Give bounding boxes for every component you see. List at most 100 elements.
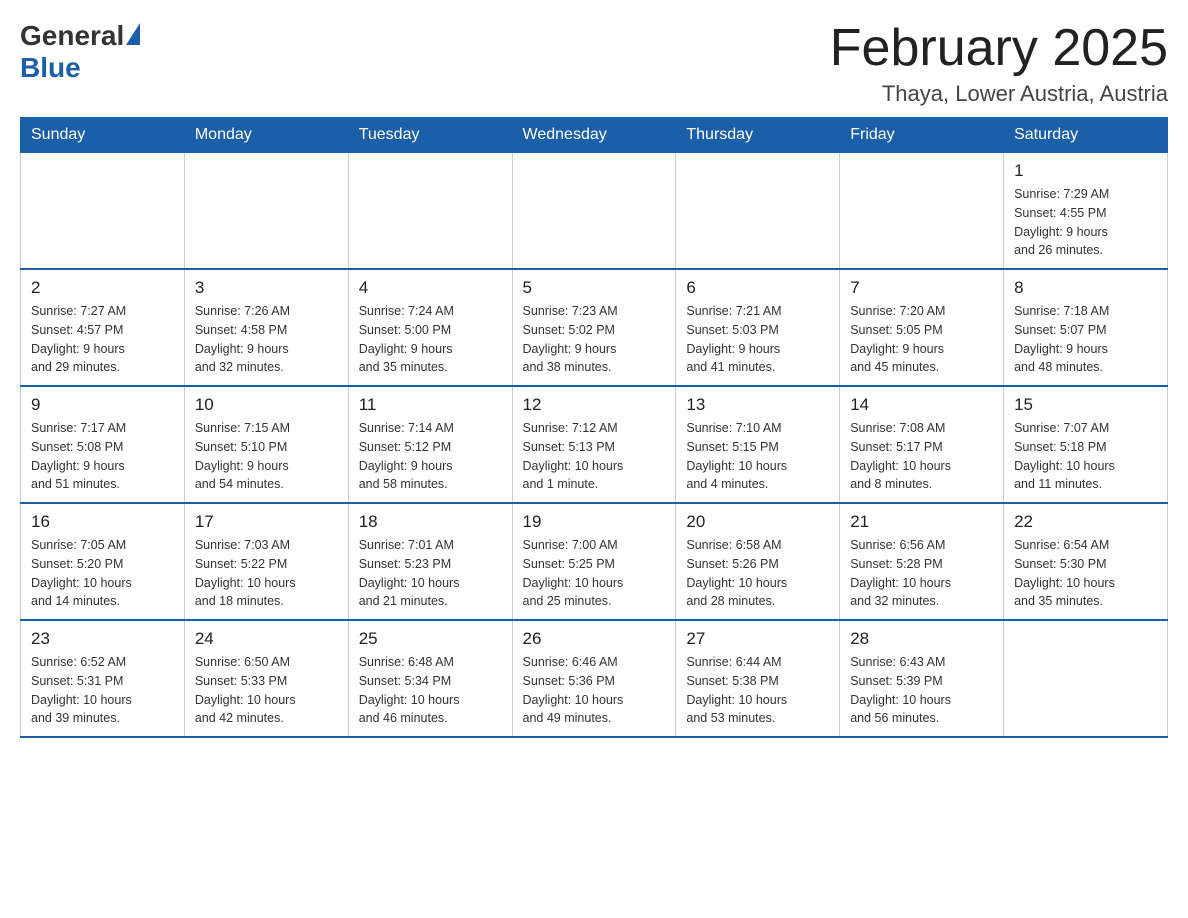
calendar-cell: 27 Sunrise: 6:44 AMSunset: 5:38 PMDayligh… bbox=[676, 620, 840, 737]
calendar-week-row: 23 Sunrise: 6:52 AMSunset: 5:31 PMDayligh… bbox=[21, 620, 1168, 737]
calendar-header-row: SundayMondayTuesdayWednesdayThursdayFrid… bbox=[21, 118, 1168, 153]
day-number: 5 bbox=[523, 278, 666, 298]
calendar-cell: 17Sunrise: 7:03 AMSunset: 5:22 PMDayligh… bbox=[184, 503, 348, 620]
calendar-cell: 28 Sunrise: 6:43 AMSunset: 5:39 PMDayligh… bbox=[840, 620, 1004, 737]
calendar-cell: 4 Sunrise: 7:24 AMSunset: 5:00 PMDaylight… bbox=[348, 269, 512, 386]
day-number: 28 bbox=[850, 629, 993, 649]
day-info: Sunrise: 6:44 AMSunset: 5:38 PMDaylight:… bbox=[686, 653, 829, 728]
calendar-cell: 10 Sunrise: 7:15 AMSunset: 5:10 PMDayligh… bbox=[184, 386, 348, 503]
day-number: 7 bbox=[850, 278, 993, 298]
day-info: Sunrise: 7:01 AMSunset: 5:23 PMDaylight:… bbox=[359, 536, 502, 611]
day-number: 18 bbox=[359, 512, 502, 532]
calendar-cell: 19 Sunrise: 7:00 AMSunset: 5:25 PMDayligh… bbox=[512, 503, 676, 620]
calendar-cell: 25 Sunrise: 6:48 AMSunset: 5:34 PMDayligh… bbox=[348, 620, 512, 737]
day-info: Sunrise: 7:15 AMSunset: 5:10 PMDaylight:… bbox=[195, 419, 338, 494]
calendar-cell: 14 Sunrise: 7:08 AMSunset: 5:17 PMDayligh… bbox=[840, 386, 1004, 503]
day-info: Sunrise: 6:56 AMSunset: 5:28 PMDaylight:… bbox=[850, 536, 993, 611]
day-number: 9 bbox=[31, 395, 174, 415]
calendar-header-friday: Friday bbox=[840, 118, 1004, 153]
location-title: Thaya, Lower Austria, Austria bbox=[830, 81, 1168, 107]
day-info: Sunrise: 7:12 AMSunset: 5:13 PMDaylight:… bbox=[523, 419, 666, 494]
day-info: Sunrise: 7:21 AMSunset: 5:03 PMDaylight:… bbox=[686, 302, 829, 377]
title-area: February 2025 Thaya, Lower Austria, Aust… bbox=[830, 20, 1168, 107]
calendar-cell bbox=[840, 153, 1004, 270]
calendar-week-row: 1 Sunrise: 7:29 AMSunset: 4:55 PMDaylight… bbox=[21, 153, 1168, 270]
day-number: 2 bbox=[31, 278, 174, 298]
day-number: 16 bbox=[31, 512, 174, 532]
day-number: 13 bbox=[686, 395, 829, 415]
day-info: Sunrise: 7:00 AMSunset: 5:25 PMDaylight:… bbox=[523, 536, 666, 611]
day-number: 25 bbox=[359, 629, 502, 649]
calendar-cell: 18 Sunrise: 7:01 AMSunset: 5:23 PMDayligh… bbox=[348, 503, 512, 620]
day-info: Sunrise: 7:05 AMSunset: 5:20 PMDaylight:… bbox=[31, 536, 174, 611]
day-number: 19 bbox=[523, 512, 666, 532]
calendar-cell: 7 Sunrise: 7:20 AMSunset: 5:05 PMDaylight… bbox=[840, 269, 1004, 386]
day-info: Sunrise: 7:24 AMSunset: 5:00 PMDaylight:… bbox=[359, 302, 502, 377]
month-title: February 2025 bbox=[830, 20, 1168, 77]
day-info: Sunrise: 7:27 AMSunset: 4:57 PMDaylight:… bbox=[31, 302, 174, 377]
logo: General bbox=[20, 20, 140, 52]
day-info: Sunrise: 7:03 AMSunset: 5:22 PMDaylight:… bbox=[195, 536, 338, 611]
logo-triangle-icon bbox=[126, 23, 140, 45]
calendar-header-sunday: Sunday bbox=[21, 118, 185, 153]
day-number: 24 bbox=[195, 629, 338, 649]
day-number: 27 bbox=[686, 629, 829, 649]
day-number: 15 bbox=[1014, 395, 1157, 415]
day-info: Sunrise: 7:07 AMSunset: 5:18 PMDaylight:… bbox=[1014, 419, 1157, 494]
day-number: 14 bbox=[850, 395, 993, 415]
header: General Blue February 2025 Thaya, Lower … bbox=[20, 20, 1168, 107]
day-number: 8 bbox=[1014, 278, 1157, 298]
day-info: Sunrise: 7:29 AMSunset: 4:55 PMDaylight:… bbox=[1014, 185, 1157, 260]
day-info: Sunrise: 6:54 AMSunset: 5:30 PMDaylight:… bbox=[1014, 536, 1157, 611]
day-number: 3 bbox=[195, 278, 338, 298]
day-info: Sunrise: 7:23 AMSunset: 5:02 PMDaylight:… bbox=[523, 302, 666, 377]
logo-area: General Blue bbox=[20, 20, 140, 84]
calendar-cell bbox=[348, 153, 512, 270]
day-info: Sunrise: 7:20 AMSunset: 5:05 PMDaylight:… bbox=[850, 302, 993, 377]
day-number: 10 bbox=[195, 395, 338, 415]
calendar-cell bbox=[676, 153, 840, 270]
day-info: Sunrise: 7:18 AMSunset: 5:07 PMDaylight:… bbox=[1014, 302, 1157, 377]
calendar-cell: 5 Sunrise: 7:23 AMSunset: 5:02 PMDaylight… bbox=[512, 269, 676, 386]
calendar-header-thursday: Thursday bbox=[676, 118, 840, 153]
calendar-cell: 13Sunrise: 7:10 AMSunset: 5:15 PMDayligh… bbox=[676, 386, 840, 503]
day-info: Sunrise: 7:26 AMSunset: 4:58 PMDaylight:… bbox=[195, 302, 338, 377]
day-info: Sunrise: 7:14 AMSunset: 5:12 PMDaylight:… bbox=[359, 419, 502, 494]
calendar-cell bbox=[1004, 620, 1168, 737]
calendar-cell: 26Sunrise: 6:46 AMSunset: 5:36 PMDayligh… bbox=[512, 620, 676, 737]
calendar-cell bbox=[21, 153, 185, 270]
calendar-cell bbox=[184, 153, 348, 270]
calendar-header-monday: Monday bbox=[184, 118, 348, 153]
day-info: Sunrise: 7:08 AMSunset: 5:17 PMDaylight:… bbox=[850, 419, 993, 494]
calendar-header-tuesday: Tuesday bbox=[348, 118, 512, 153]
day-info: Sunrise: 7:17 AMSunset: 5:08 PMDaylight:… bbox=[31, 419, 174, 494]
day-number: 11 bbox=[359, 395, 502, 415]
day-info: Sunrise: 6:52 AMSunset: 5:31 PMDaylight:… bbox=[31, 653, 174, 728]
day-number: 21 bbox=[850, 512, 993, 532]
day-info: Sunrise: 6:43 AMSunset: 5:39 PMDaylight:… bbox=[850, 653, 993, 728]
calendar-cell: 8 Sunrise: 7:18 AMSunset: 5:07 PMDaylight… bbox=[1004, 269, 1168, 386]
calendar-cell: 1 Sunrise: 7:29 AMSunset: 4:55 PMDaylight… bbox=[1004, 153, 1168, 270]
day-number: 12 bbox=[523, 395, 666, 415]
day-info: Sunrise: 6:48 AMSunset: 5:34 PMDaylight:… bbox=[359, 653, 502, 728]
day-number: 20 bbox=[686, 512, 829, 532]
calendar-week-row: 16 Sunrise: 7:05 AMSunset: 5:20 PMDayligh… bbox=[21, 503, 1168, 620]
calendar-cell: 21 Sunrise: 6:56 AMSunset: 5:28 PMDayligh… bbox=[840, 503, 1004, 620]
calendar-cell: 6 Sunrise: 7:21 AMSunset: 5:03 PMDaylight… bbox=[676, 269, 840, 386]
day-info: Sunrise: 6:46 AMSunset: 5:36 PMDaylight:… bbox=[523, 653, 666, 728]
day-number: 23 bbox=[31, 629, 174, 649]
calendar-cell: 16 Sunrise: 7:05 AMSunset: 5:20 PMDayligh… bbox=[21, 503, 185, 620]
day-info: Sunrise: 6:58 AMSunset: 5:26 PMDaylight:… bbox=[686, 536, 829, 611]
calendar-cell: 12 Sunrise: 7:12 AMSunset: 5:13 PMDayligh… bbox=[512, 386, 676, 503]
day-info: Sunrise: 6:50 AMSunset: 5:33 PMDaylight:… bbox=[195, 653, 338, 728]
calendar-cell: 24 Sunrise: 6:50 AMSunset: 5:33 PMDayligh… bbox=[184, 620, 348, 737]
calendar-cell bbox=[512, 153, 676, 270]
day-number: 1 bbox=[1014, 161, 1157, 181]
calendar-header-saturday: Saturday bbox=[1004, 118, 1168, 153]
logo-blue-text: Blue bbox=[20, 52, 81, 84]
day-number: 4 bbox=[359, 278, 502, 298]
calendar-cell: 11 Sunrise: 7:14 AMSunset: 5:12 PMDayligh… bbox=[348, 386, 512, 503]
calendar-cell: 15 Sunrise: 7:07 AMSunset: 5:18 PMDayligh… bbox=[1004, 386, 1168, 503]
day-number: 6 bbox=[686, 278, 829, 298]
calendar-week-row: 9 Sunrise: 7:17 AMSunset: 5:08 PMDaylight… bbox=[21, 386, 1168, 503]
